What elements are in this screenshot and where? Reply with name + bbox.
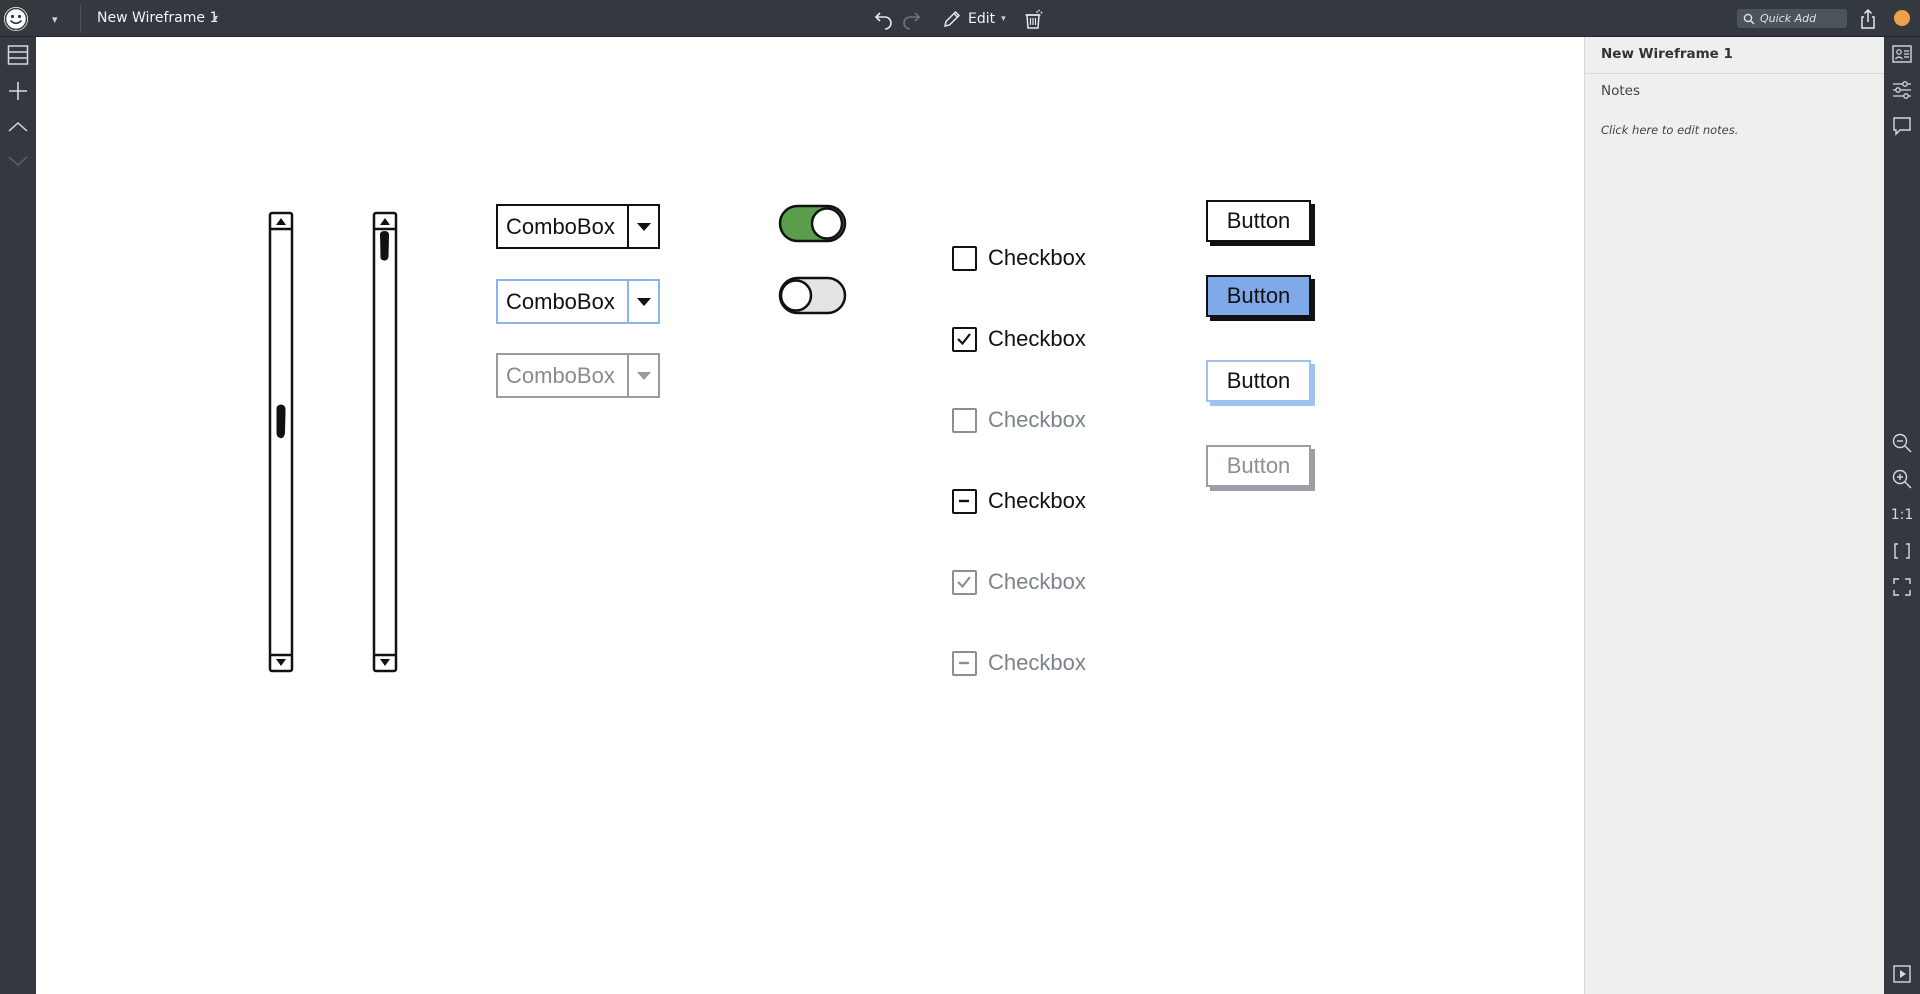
undo-icon[interactable] — [873, 8, 895, 30]
checkbox-label: Checkbox — [988, 569, 1086, 594]
combobox[interactable]: ComboBox — [496, 279, 660, 324]
project-navigator-icon[interactable] — [6, 43, 30, 67]
trash-icon[interactable] — [1022, 8, 1044, 30]
checkbox-label: Checkbox — [988, 407, 1086, 432]
notes-heading: Notes — [1601, 83, 1640, 99]
combobox-dropdown-icon[interactable] — [627, 355, 658, 396]
zoom-in-icon[interactable] — [1891, 468, 1913, 490]
combobox[interactable]: ComboBox — [496, 353, 660, 398]
app-menu-chevron-icon[interactable]: ▾ — [52, 13, 58, 26]
checkbox[interactable]: Checkbox — [952, 324, 1086, 354]
edit-mode-menu[interactable]: Edit ▾ — [942, 8, 1006, 30]
checkbox-indeterminate-icon[interactable] — [952, 488, 977, 514]
edit-mode-label: Edit — [968, 11, 996, 27]
combobox[interactable]: ComboBox — [496, 204, 660, 249]
search-icon — [1743, 13, 1755, 25]
right-toolbar: 1:1 — [1884, 37, 1920, 994]
checkbox-checked-icon[interactable] — [952, 326, 977, 352]
add-icon[interactable] — [6, 79, 30, 103]
document-title-chevron-icon[interactable]: ▾ — [213, 13, 218, 24]
checkbox[interactable]: Checkbox — [952, 243, 1086, 273]
sketch-button-disabled[interactable]: Button — [1206, 445, 1311, 487]
sketch-button-focused[interactable]: Button — [1206, 360, 1311, 402]
left-toolbar — [0, 37, 36, 994]
redo-icon[interactable] — [900, 8, 922, 30]
comment-icon[interactable] — [1891, 115, 1913, 137]
button-label: Button — [1226, 208, 1291, 233]
fit-width-icon[interactable] — [1891, 540, 1913, 562]
checkbox[interactable]: Checkbox — [952, 648, 1086, 678]
toggle-switch-off[interactable] — [778, 276, 848, 316]
panel-title: New Wireframe 1 — [1601, 46, 1733, 62]
properties-icon[interactable] — [1891, 43, 1913, 65]
button-label: Button — [1226, 368, 1291, 393]
document-title[interactable]: New Wireframe 1 — [97, 10, 218, 26]
sketch-button[interactable]: Button — [1206, 200, 1311, 242]
edit-mode-chevron-icon: ▾ — [1001, 14, 1006, 24]
quick-add-placeholder: Quick Add — [1760, 12, 1817, 25]
user-avatar[interactable] — [1894, 10, 1910, 26]
share-icon[interactable] — [1857, 8, 1879, 30]
notes-editor[interactable]: Click here to edit notes. — [1601, 123, 1738, 137]
checkbox-checked-icon[interactable] — [952, 569, 977, 595]
toolbar-divider — [80, 4, 81, 33]
combobox-dropdown-icon[interactable] — [627, 281, 658, 322]
chevron-up-icon[interactable] — [6, 115, 30, 139]
panel-divider — [1585, 73, 1885, 74]
checkbox-label: Checkbox — [988, 488, 1086, 513]
checkbox[interactable]: Checkbox — [952, 486, 1086, 516]
top-toolbar: ▾ New Wireframe 1 ▾ Edit ▾ Quick Add — [0, 0, 1920, 37]
chevron-down-icon[interactable] — [6, 149, 30, 173]
combobox-label: ComboBox — [506, 289, 615, 314]
checkbox-label: Checkbox — [988, 245, 1086, 270]
checkbox-label: Checkbox — [988, 326, 1086, 351]
toggle-switch-on[interactable] — [778, 204, 848, 244]
zoom-out-icon[interactable] — [1891, 432, 1913, 454]
vertical-scrollbar[interactable] — [372, 211, 398, 673]
checkbox[interactable]: Checkbox — [952, 567, 1086, 597]
combobox-label: ComboBox — [506, 363, 615, 388]
vertical-scrollbar[interactable] — [268, 211, 294, 673]
play-presentation-icon[interactable] — [1891, 963, 1913, 985]
checkbox-indeterminate-icon[interactable] — [952, 650, 977, 676]
checkbox[interactable]: Checkbox — [952, 405, 1086, 435]
wireframe-canvas[interactable]: ComboBox ComboBox ComboBox Checkbox Chec… — [36, 37, 1584, 994]
button-label: Button — [1226, 453, 1291, 478]
quick-add-search[interactable]: Quick Add — [1737, 9, 1847, 28]
checkbox-unchecked-icon[interactable] — [952, 407, 977, 433]
pencil-icon — [944, 10, 961, 27]
combobox-dropdown-icon[interactable] — [627, 206, 658, 247]
app-logo-icon[interactable] — [4, 7, 28, 31]
checkbox-unchecked-icon[interactable] — [952, 245, 977, 271]
checkbox-label: Checkbox — [988, 650, 1086, 675]
fullscreen-icon[interactable] — [1891, 576, 1913, 598]
button-label: Button — [1226, 283, 1291, 308]
sketch-button-selected[interactable]: Button — [1206, 275, 1311, 317]
properties-panel: New Wireframe 1 Notes Click here to edit… — [1584, 37, 1885, 994]
combobox-label: ComboBox — [506, 214, 615, 239]
settings-sliders-icon[interactable] — [1891, 79, 1913, 101]
actual-size-button[interactable]: 1:1 — [1884, 507, 1920, 523]
